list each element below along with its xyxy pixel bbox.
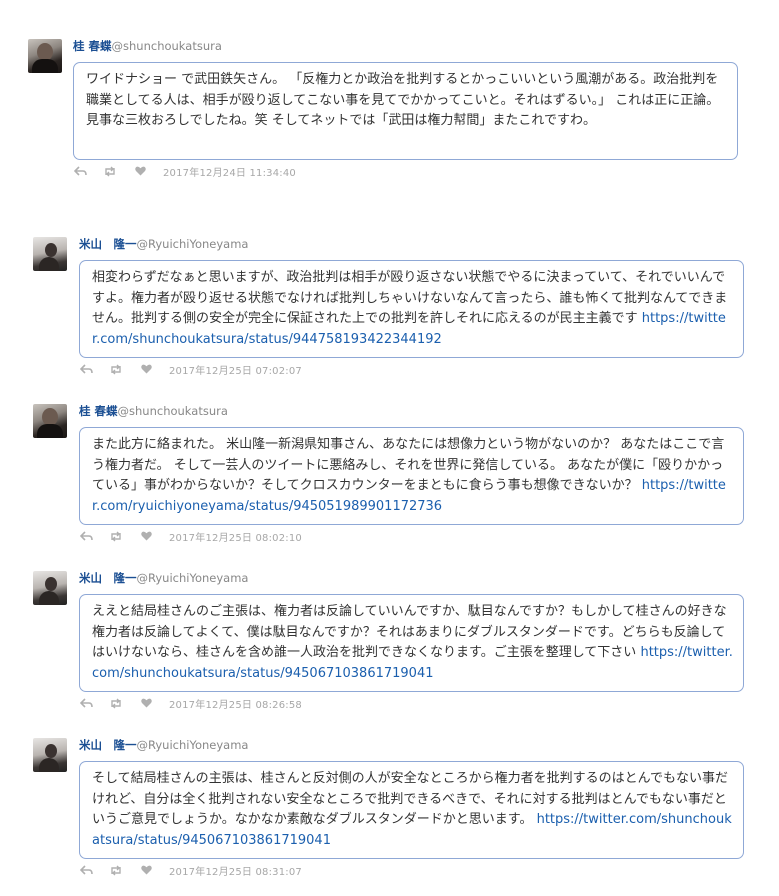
heart-icon[interactable] — [139, 363, 153, 375]
tweet-text: そして結局桂さんの主張は、桂さんと反対側の人が安全なところから権力者を批判するの… — [79, 761, 744, 859]
display-name[interactable]: 米山 隆一 — [79, 237, 137, 251]
user-handle[interactable]: @RyuichiYoneyama — [137, 738, 249, 752]
reply-icon[interactable] — [73, 165, 87, 177]
retweet-icon[interactable] — [109, 363, 123, 375]
avatar[interactable] — [33, 404, 67, 438]
tweet-text: ええと結局桂さんのご主張は、権力者は反論していいんですか、駄目なんですか？もしか… — [79, 594, 744, 692]
display-name[interactable]: 桂 春蝶 — [73, 39, 112, 53]
avatar[interactable] — [33, 571, 67, 605]
tweet-header: 米山 隆一@RyuichiYoneyama — [79, 237, 248, 251]
tweet-body: 相変わらずだなぁと思いますが、政治批判は相手が殴り返さない状態でやるに決まってい… — [92, 270, 728, 326]
reply-icon[interactable] — [79, 530, 93, 542]
display-name[interactable]: 米山 隆一 — [79, 571, 137, 585]
user-handle[interactable]: @RyuichiYoneyama — [137, 237, 249, 251]
tweet-actions: 2017年12月25日 08:26:58 — [79, 696, 302, 711]
tweet-body: ええと結局桂さんのご主張は、権力者は反論していいんですか、駄目なんですか？もしか… — [92, 604, 727, 660]
heart-icon[interactable] — [139, 530, 153, 542]
tweet-actions: 2017年12月25日 07:02:07 — [79, 362, 302, 377]
tweet-text: 相変わらずだなぁと思いますが、政治批判は相手が殴り返さない状態でやるに決まってい… — [79, 260, 744, 358]
timestamp[interactable]: 2017年12月25日 08:26:58 — [169, 696, 302, 711]
tweet-header: 桂 春蝶@shunchoukatsura — [73, 39, 222, 53]
user-handle[interactable]: @RyuichiYoneyama — [137, 571, 249, 585]
display-name[interactable]: 桂 春蝶 — [79, 404, 118, 418]
retweet-icon[interactable] — [109, 697, 123, 709]
tweet-header: 桂 春蝶@shunchoukatsura — [79, 404, 228, 418]
timestamp[interactable]: 2017年12月25日 08:02:10 — [169, 529, 302, 544]
tweet-actions: 2017年12月25日 08:31:07 — [79, 863, 302, 878]
user-handle[interactable]: @shunchoukatsura — [118, 404, 228, 418]
heart-icon[interactable] — [139, 864, 153, 876]
reply-icon[interactable] — [79, 697, 93, 709]
avatar[interactable] — [33, 738, 67, 772]
retweet-icon[interactable] — [109, 530, 123, 542]
timestamp[interactable]: 2017年12月24日 11:34:40 — [163, 164, 296, 179]
retweet-icon[interactable] — [109, 864, 123, 876]
timestamp[interactable]: 2017年12月25日 08:31:07 — [169, 863, 302, 878]
heart-icon[interactable] — [133, 165, 147, 177]
reply-icon[interactable] — [79, 864, 93, 876]
avatar[interactable] — [28, 39, 62, 73]
user-handle[interactable]: @shunchoukatsura — [112, 39, 222, 53]
tweet-actions: 2017年12月24日 11:34:40 — [73, 164, 296, 179]
tweet-body: また此方に絡まれた。 米山隆一新潟県知事さん、あなたには想像力という物がないのか… — [92, 437, 725, 493]
avatar[interactable] — [33, 237, 67, 271]
display-name[interactable]: 米山 隆一 — [79, 738, 137, 752]
reply-icon[interactable] — [79, 363, 93, 375]
tweet-body: ワイドナショー で武田鉄矢さん。 「反権力とか政治を批判するとかっこいいという風… — [86, 72, 720, 128]
tweet-text: また此方に絡まれた。 米山隆一新潟県知事さん、あなたには想像力という物がないのか… — [79, 427, 744, 525]
heart-icon[interactable] — [139, 697, 153, 709]
tweet-header: 米山 隆一@RyuichiYoneyama — [79, 738, 248, 752]
tweet-header: 米山 隆一@RyuichiYoneyama — [79, 571, 248, 585]
timestamp[interactable]: 2017年12月25日 07:02:07 — [169, 362, 302, 377]
tweet-text: ワイドナショー で武田鉄矢さん。 「反権力とか政治を批判するとかっこいいという風… — [73, 62, 738, 160]
tweet-actions: 2017年12月25日 08:02:10 — [79, 529, 302, 544]
retweet-icon[interactable] — [103, 165, 117, 177]
